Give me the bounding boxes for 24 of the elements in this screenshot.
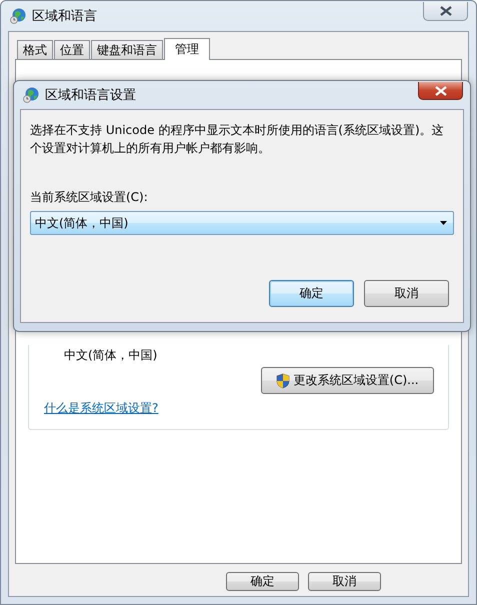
globe-icon: [23, 87, 39, 103]
ok-button[interactable]: 确定: [226, 572, 299, 591]
shield-icon: [276, 372, 290, 388]
current-locale: 中文(简体，中国): [64, 347, 158, 364]
description-text: 选择在不支持 Unicode 的程序中显示文本时所使用的语言(系统区域设置)。这个设置对计算机上的所有用户帐户都有影响。: [30, 122, 445, 157]
cancel-button[interactable]: 取消: [364, 280, 449, 307]
tab[interactable]: 管理: [164, 38, 210, 60]
tab[interactable]: 键盘和语言: [91, 40, 163, 59]
cancel-button[interactable]: 取消: [308, 572, 381, 591]
close-icon: [434, 86, 446, 96]
dropdown-arrow-icon: [440, 221, 447, 225]
tab[interactable]: 位置: [54, 40, 90, 59]
tab[interactable]: 格式: [17, 40, 53, 59]
change-locale-button[interactable]: 更改系统区域设置(C)...: [261, 367, 434, 394]
field-label: 当前系统区域设置(C):: [30, 189, 149, 206]
close-button[interactable]: [423, 2, 468, 20]
help-link[interactable]: 什么是系统区域设置?: [44, 400, 158, 417]
close-icon: [440, 6, 452, 16]
close-button[interactable]: [418, 82, 463, 100]
ok-button[interactable]: 确定: [269, 280, 354, 307]
locale-dropdown[interactable]: 中文(简体，中国): [30, 211, 454, 235]
window-title: 区域和语言: [32, 8, 98, 25]
globe-icon: [10, 8, 26, 24]
dialog-title: 区域和语言设置: [45, 87, 137, 104]
